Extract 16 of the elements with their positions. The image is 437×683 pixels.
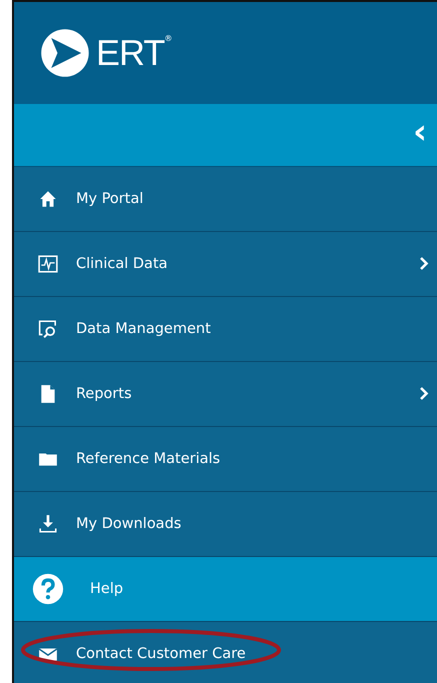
logo-text: ERT	[96, 32, 164, 74]
menu-item[interactable]: Help	[14, 557, 437, 622]
download-icon	[38, 514, 58, 534]
menu-item[interactable]: Clinical Data	[14, 232, 437, 297]
chart-icon	[38, 254, 58, 274]
menu-item[interactable]: Data Management	[14, 297, 437, 362]
menu-item[interactable]: My Portal	[14, 167, 437, 232]
menu-item[interactable]: Reports	[14, 362, 437, 427]
help-icon	[32, 573, 64, 605]
menu-item[interactable]: Contact Customer Care	[14, 622, 437, 683]
home-icon	[38, 189, 58, 209]
logo-icon	[40, 28, 90, 78]
collapse-button[interactable]: ‹	[402, 115, 437, 155]
registered-mark: ®	[164, 34, 172, 43]
search-icon	[38, 319, 58, 339]
menu-item[interactable]: Reference Materials	[14, 427, 437, 492]
